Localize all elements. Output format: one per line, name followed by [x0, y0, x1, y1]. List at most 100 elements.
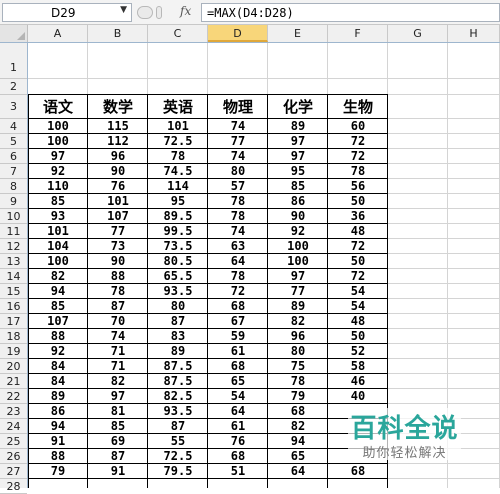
table-cell[interactable]: 72	[328, 134, 388, 149]
table-cell[interactable]: 71	[88, 359, 148, 374]
row-header-25[interactable]: 25	[0, 434, 27, 449]
table-cell[interactable]: 54	[328, 284, 388, 299]
row-header-3[interactable]: 3	[0, 95, 27, 119]
table-cell[interactable]: 46	[328, 374, 388, 389]
row-header-1[interactable]: 1	[0, 43, 27, 79]
table-cell[interactable]: 100	[268, 254, 328, 269]
table-cell[interactable]: 99.5	[148, 224, 208, 239]
table-cell[interactable]	[208, 479, 268, 488]
row-header-8[interactable]: 8	[0, 179, 27, 194]
table-cell[interactable]: 97	[268, 134, 328, 149]
table-cell[interactable]: 65.5	[148, 269, 208, 284]
table-cell[interactable]: 80	[148, 299, 208, 314]
header-cell[interactable]: 生物	[328, 95, 388, 119]
row-header-10[interactable]: 10	[0, 209, 27, 224]
table-cell[interactable]: 77	[208, 134, 268, 149]
row-header-12[interactable]: 12	[0, 239, 27, 254]
table-cell[interactable]: 80	[268, 344, 328, 359]
table-cell[interactable]: 60	[328, 119, 388, 134]
table-cell[interactable]: 90	[88, 164, 148, 179]
table-cell[interactable]: 93	[28, 209, 88, 224]
table-cell[interactable]: 107	[28, 314, 88, 329]
table-cell[interactable]: 94	[28, 284, 88, 299]
table-cell[interactable]: 71	[88, 344, 148, 359]
table-cell[interactable]: 64	[208, 254, 268, 269]
table-cell[interactable]: 59	[208, 329, 268, 344]
table-cell[interactable]	[328, 479, 388, 488]
table-cell[interactable]: 68	[208, 299, 268, 314]
table-cell[interactable]: 87	[148, 419, 208, 434]
table-cell[interactable]: 50	[328, 194, 388, 209]
table-cell[interactable]: 114	[148, 179, 208, 194]
table-cell[interactable]: 97	[88, 389, 148, 404]
table-cell[interactable]: 100	[28, 254, 88, 269]
table-cell[interactable]: 54	[208, 389, 268, 404]
insert-function-button[interactable]: fx	[180, 4, 191, 18]
table-cell[interactable]: 89	[28, 389, 88, 404]
table-cell[interactable]: 73.5	[148, 239, 208, 254]
table-cell[interactable]: 89	[268, 119, 328, 134]
table-cell[interactable]: 89	[268, 299, 328, 314]
table-cell[interactable]: 68	[208, 359, 268, 374]
table-cell[interactable]: 87	[88, 449, 148, 464]
table-cell[interactable]: 54	[328, 299, 388, 314]
table-cell[interactable]: 91	[88, 464, 148, 479]
table-cell[interactable]: 81	[88, 404, 148, 419]
table-cell[interactable]: 96	[268, 329, 328, 344]
table-cell[interactable]: 84	[28, 374, 88, 389]
row-header-17[interactable]: 17	[0, 314, 27, 329]
table-cell[interactable]	[28, 479, 88, 488]
table-cell[interactable]: 94	[268, 434, 328, 449]
name-box-dropdown-icon[interactable]: ▼	[120, 5, 127, 15]
table-cell[interactable]: 83	[148, 329, 208, 344]
table-cell[interactable]: 107	[88, 209, 148, 224]
table-cell[interactable]: 68	[328, 464, 388, 479]
table-cell[interactable]: 58	[328, 359, 388, 374]
select-all-button[interactable]	[0, 25, 28, 42]
header-cell[interactable]: 语文	[28, 95, 88, 119]
table-cell[interactable]: 90	[268, 209, 328, 224]
table-cell[interactable]: 61	[208, 419, 268, 434]
table-cell[interactable]: 77	[268, 284, 328, 299]
table-cell[interactable]: 93.5	[148, 284, 208, 299]
table-cell[interactable]: 95	[148, 194, 208, 209]
table-cell[interactable]: 85	[28, 194, 88, 209]
table-cell[interactable]: 78	[328, 164, 388, 179]
table-cell[interactable]: 76	[208, 434, 268, 449]
table-cell[interactable]: 87	[88, 299, 148, 314]
table-cell[interactable]: 97	[268, 269, 328, 284]
row-header-6[interactable]: 6	[0, 149, 27, 164]
row-header-4[interactable]: 4	[0, 119, 27, 134]
table-cell[interactable]: 78	[88, 284, 148, 299]
table-cell[interactable]: 112	[88, 134, 148, 149]
table-cell[interactable]: 88	[88, 269, 148, 284]
table-cell[interactable]: 80	[208, 164, 268, 179]
table-cell[interactable]: 78	[208, 209, 268, 224]
row-header-15[interactable]: 15	[0, 284, 27, 299]
column-header-h[interactable]: H	[448, 25, 500, 42]
table-cell[interactable]: 36	[328, 209, 388, 224]
table-cell[interactable]: 91	[28, 434, 88, 449]
table-cell[interactable]: 82	[88, 374, 148, 389]
formula-input[interactable]: =MAX(D4:D28)	[201, 3, 500, 22]
table-cell[interactable]: 63	[208, 239, 268, 254]
table-cell[interactable]: 82	[268, 314, 328, 329]
table-cell[interactable]: 101	[148, 119, 208, 134]
table-cell[interactable]: 115	[88, 119, 148, 134]
table-cell[interactable]: 69	[88, 434, 148, 449]
table-cell[interactable]: 97	[268, 149, 328, 164]
table-cell[interactable]: 72.5	[148, 134, 208, 149]
table-cell[interactable]: 94	[28, 419, 88, 434]
table-cell[interactable]: 92	[28, 344, 88, 359]
table-cell[interactable]: 48	[328, 314, 388, 329]
table-cell[interactable]: 72	[208, 284, 268, 299]
table-cell[interactable]: 82	[268, 419, 328, 434]
row-header-24[interactable]: 24	[0, 419, 27, 434]
table-cell[interactable]: 72.5	[148, 449, 208, 464]
table-cell[interactable]: 67	[208, 314, 268, 329]
table-cell[interactable]: 65	[268, 449, 328, 464]
table-cell[interactable]: 65	[208, 374, 268, 389]
row-header-28[interactable]: 28	[0, 479, 27, 494]
header-cell[interactable]: 物理	[208, 95, 268, 119]
table-cell[interactable]: 79	[28, 464, 88, 479]
